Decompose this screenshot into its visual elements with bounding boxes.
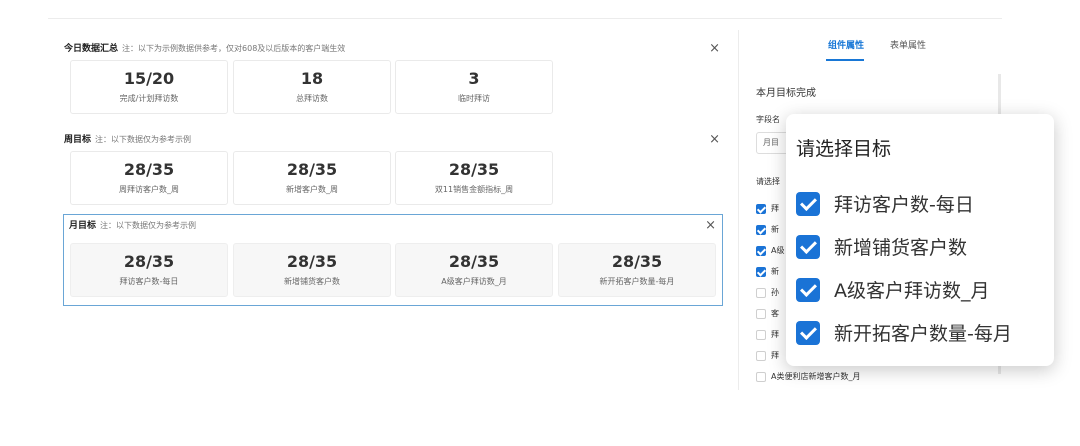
tab-component-properties[interactable]: 组件属性 bbox=[828, 38, 864, 51]
popup-item-label: 拜访客户数-每日 bbox=[834, 194, 974, 216]
stat-value: 28/35 bbox=[448, 160, 500, 179]
section-weekly-target[interactable]: 周目标 注：以下数据仅为参考示例 × 28/35 周拜访客户数_周 28/35 新… bbox=[64, 129, 724, 207]
checkbox-unchecked[interactable] bbox=[756, 329, 766, 340]
section-note: 注：以下为示例数据供参考，仅对608及以后版本的客户端生效 bbox=[122, 44, 346, 53]
section-header: 月目标 注：以下数据仅为参考示例 × bbox=[64, 215, 722, 237]
checkbox-checked[interactable] bbox=[796, 277, 820, 302]
select-target-popup: 请选择目标 拜访客户数-每日 新增铺货客户数 A级客户拜访数_月 新开拓客户数量… bbox=[786, 114, 1054, 366]
panel-tabs: 组件属性 表单属性 bbox=[740, 36, 1002, 61]
popup-item[interactable]: A级客户拜访数_月 bbox=[796, 268, 1012, 311]
stat-label: 总拜访数 bbox=[296, 94, 328, 103]
field-name-label: 字段名 bbox=[756, 115, 780, 124]
section-title: 周目标 bbox=[64, 135, 92, 145]
section-header: 今日数据汇总 注：以下为示例数据供参考，仅对608及以后版本的客户端生效 × bbox=[64, 38, 724, 60]
checkbox-unchecked[interactable] bbox=[756, 350, 766, 361]
stat-card[interactable]: 28/35 双11销售金额指标_周 bbox=[395, 151, 553, 205]
stat-value: 28/35 bbox=[286, 160, 338, 179]
checkbox-checked[interactable] bbox=[756, 245, 766, 256]
checkbox-checked[interactable] bbox=[796, 234, 820, 259]
stat-card[interactable]: 15/20 完成/计划拜访数 bbox=[70, 60, 228, 114]
stat-label: 双11销售金额指标_周 bbox=[434, 185, 514, 194]
checkbox-unchecked[interactable] bbox=[756, 287, 766, 298]
stat-value: 28/35 bbox=[123, 252, 175, 271]
stat-value: 28/35 bbox=[286, 252, 338, 271]
section-today-summary[interactable]: 今日数据汇总 注：以下为示例数据供参考，仅对608及以后版本的客户端生效 × 15… bbox=[64, 38, 724, 116]
checkbox-unchecked[interactable] bbox=[756, 308, 766, 319]
section-note: 注：以下数据仅为参考示例 bbox=[100, 221, 197, 230]
checklist-label: 客 bbox=[771, 309, 779, 318]
checklist-label: 拜 bbox=[771, 330, 779, 339]
close-icon[interactable]: × bbox=[709, 38, 720, 60]
checklist-label: 拜 bbox=[771, 351, 779, 360]
checkbox-checked[interactable] bbox=[796, 320, 820, 345]
checklist-label: A级 bbox=[771, 246, 785, 255]
stat-value: 3 bbox=[468, 69, 480, 88]
tab-form-properties[interactable]: 表单属性 bbox=[890, 38, 926, 51]
stat-card[interactable]: 3 临时拜访 bbox=[395, 60, 553, 114]
stat-card[interactable]: 28/35 新开拓客户数量-每月 bbox=[558, 243, 716, 297]
stat-card[interactable]: 28/35 A级客户拜访数_月 bbox=[395, 243, 553, 297]
popup-checklist: 拜访客户数-每日 新增铺货客户数 A级客户拜访数_月 新开拓客户数量-每月 bbox=[796, 182, 1012, 354]
stat-card[interactable]: 28/35 周拜访客户数_周 bbox=[70, 151, 228, 205]
popup-item[interactable]: 拜访客户数-每日 bbox=[796, 182, 1012, 225]
close-icon[interactable]: × bbox=[705, 215, 716, 237]
popup-item-label: 新开拓客户数量-每月 bbox=[834, 323, 1012, 345]
checkbox-unchecked[interactable] bbox=[756, 371, 766, 382]
checkbox-checked[interactable] bbox=[756, 266, 766, 277]
stat-label: A级客户拜访数_月 bbox=[441, 277, 507, 286]
stat-card[interactable]: 28/35 新增铺货客户数 bbox=[233, 243, 391, 297]
section-monthly-target[interactable]: 月目标 注：以下数据仅为参考示例 × 28/35 拜访客户数-每日 28/35 新… bbox=[63, 214, 723, 306]
checklist-label: A类便利店新增客户数_月 bbox=[771, 372, 861, 381]
section-title: 月目标 bbox=[69, 221, 97, 231]
section-note: 注：以下数据仅为参考示例 bbox=[95, 135, 192, 144]
checkbox-checked[interactable] bbox=[756, 224, 766, 235]
stat-value: 28/35 bbox=[611, 252, 663, 271]
stat-label: 新开拓客户数量-每月 bbox=[599, 277, 675, 286]
stat-card[interactable]: 18 总拜访数 bbox=[233, 60, 391, 114]
checkbox-checked[interactable] bbox=[796, 191, 820, 216]
panel-title: 本月目标完成 bbox=[756, 88, 816, 99]
popup-item[interactable]: 新增铺货客户数 bbox=[796, 225, 1012, 268]
stat-label: 新增客户数_周 bbox=[286, 185, 338, 194]
top-divider bbox=[48, 18, 1002, 19]
stat-label: 周拜访客户数_周 bbox=[119, 185, 179, 194]
select-label: 请选择 bbox=[756, 177, 780, 186]
section-header: 周目标 注：以下数据仅为参考示例 × bbox=[64, 129, 724, 151]
checklist-label: 新 bbox=[771, 267, 779, 276]
active-tab-indicator bbox=[826, 59, 864, 61]
stat-value: 28/35 bbox=[123, 160, 175, 179]
dashboard-canvas: 今日数据汇总 注：以下为示例数据供参考，仅对608及以后版本的客户端生效 × 15… bbox=[54, 30, 739, 390]
stat-label: 完成/计划拜访数 bbox=[119, 94, 179, 103]
close-icon[interactable]: × bbox=[709, 129, 720, 151]
popup-item[interactable]: 新开拓客户数量-每月 bbox=[796, 311, 1012, 354]
checkbox-checked[interactable] bbox=[756, 203, 766, 214]
checklist-label: 孙 bbox=[771, 288, 779, 297]
checklist-item[interactable]: A类便利店新增客户数_月 bbox=[756, 366, 860, 387]
stat-value: 28/35 bbox=[448, 252, 500, 271]
stat-label: 拜访客户数-每日 bbox=[119, 277, 179, 286]
popup-item-label: 新增铺货客户数 bbox=[834, 237, 968, 259]
stat-value: 15/20 bbox=[123, 69, 175, 88]
checklist-label: 拜 bbox=[771, 204, 779, 213]
checklist-label: 新 bbox=[771, 225, 779, 234]
stat-card[interactable]: 28/35 拜访客户数-每日 bbox=[70, 243, 228, 297]
stat-card[interactable]: 28/35 新增客户数_周 bbox=[233, 151, 391, 205]
popup-title: 请选择目标 bbox=[796, 138, 892, 160]
section-title: 今日数据汇总 bbox=[64, 44, 119, 54]
stat-label: 临时拜访 bbox=[458, 94, 490, 103]
popup-item-label: A级客户拜访数_月 bbox=[834, 280, 990, 302]
stat-value: 18 bbox=[300, 69, 324, 88]
stat-label: 新增铺货客户数 bbox=[284, 277, 340, 286]
